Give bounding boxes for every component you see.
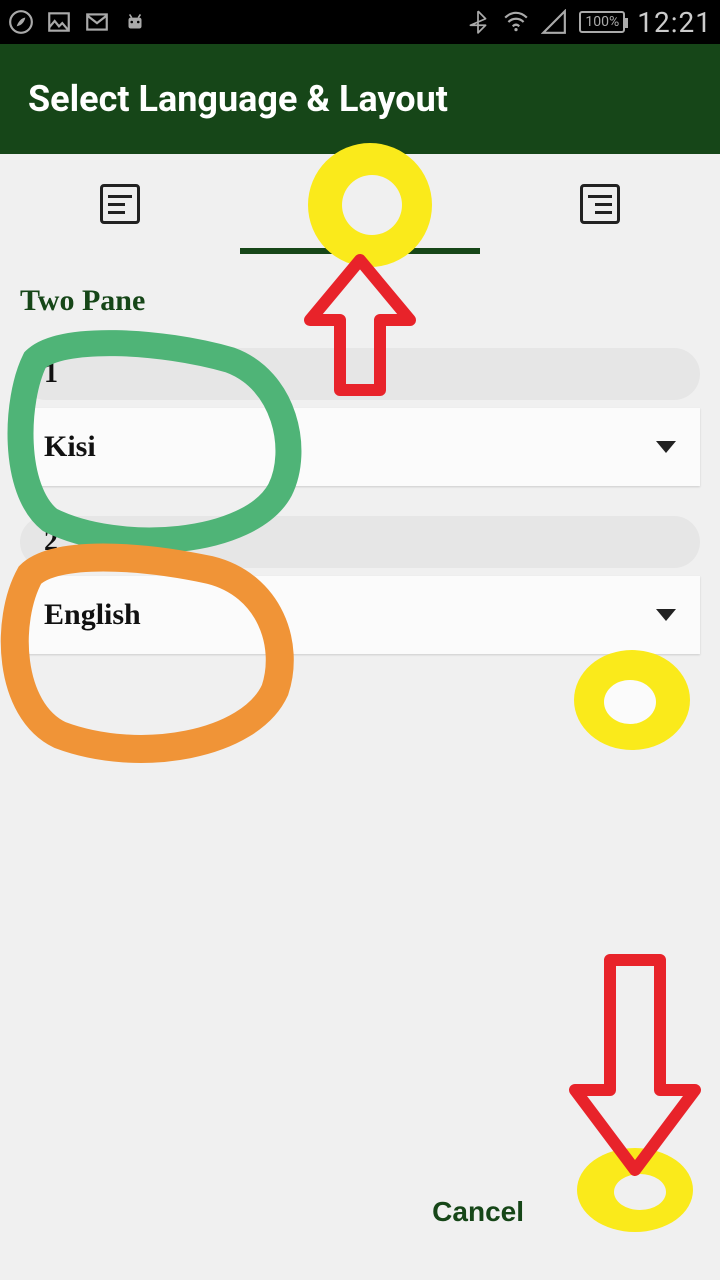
ok-button[interactable]: OK	[602, 1184, 680, 1240]
pane-2-label: 2	[20, 516, 700, 568]
tab-layout-two-pane[interactable]	[240, 154, 480, 254]
page-title: Select Language & Layout	[28, 78, 448, 120]
pane-1-group: 1 Kisi	[20, 348, 700, 486]
dialog-footer: Cancel OK	[414, 1184, 680, 1240]
wifi-icon	[503, 9, 529, 35]
gmail-icon	[84, 9, 110, 35]
chevron-down-icon	[656, 609, 676, 621]
pane-1-label: 1	[20, 348, 700, 400]
signal-icon	[541, 9, 567, 35]
app-bar: Select Language & Layout	[0, 44, 720, 154]
battery-icon: 100%	[579, 11, 625, 33]
pane-2-group: 2 English	[20, 516, 700, 654]
content: Two Pane 1 Kisi 2 English	[0, 254, 720, 654]
tab-layout-list[interactable]	[0, 154, 240, 254]
battery-text: 100%	[585, 14, 619, 30]
bluetooth-icon	[465, 9, 491, 35]
section-title: Two Pane	[20, 284, 700, 318]
tab-layout-right[interactable]	[480, 154, 720, 254]
layout-tabs	[0, 154, 720, 254]
cancel-button[interactable]: Cancel	[414, 1184, 542, 1240]
layout-two-pane-icon	[340, 184, 380, 224]
pane-2-value: English	[44, 598, 141, 632]
pane-1-language-dropdown[interactable]: Kisi	[20, 408, 700, 486]
pane-2-language-dropdown[interactable]: English	[20, 576, 700, 654]
layout-right-icon	[580, 184, 620, 224]
status-bar: 100% 12:21	[0, 0, 720, 44]
status-bar-left	[8, 9, 148, 35]
layout-list-icon	[100, 184, 140, 224]
chevron-down-icon	[656, 441, 676, 453]
image-icon	[46, 9, 72, 35]
status-bar-right: 100% 12:21	[465, 6, 712, 39]
phoenix-icon	[8, 9, 34, 35]
pane-1-value: Kisi	[44, 430, 96, 464]
android-icon	[122, 9, 148, 35]
clock: 12:21	[637, 6, 712, 39]
